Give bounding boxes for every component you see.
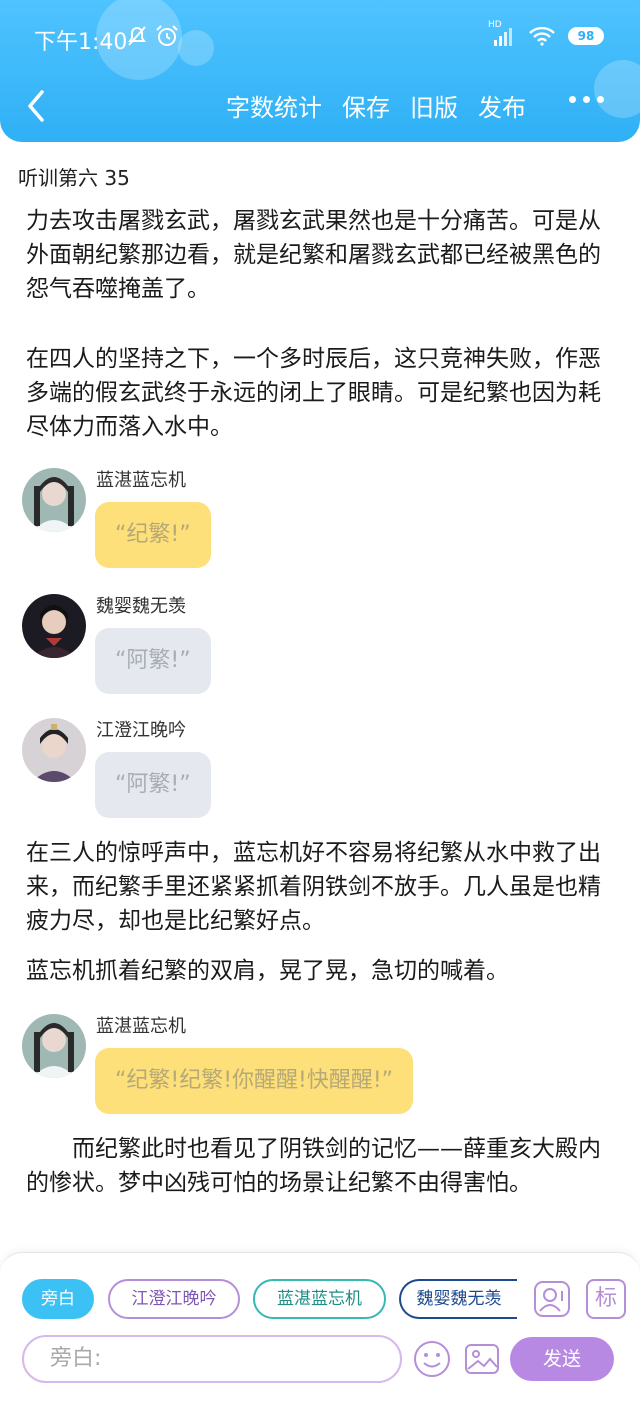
status-time: 下午1:40 — [34, 30, 128, 55]
dialogue-message: 江澄江晚吟 “阿繁!” — [0, 716, 640, 826]
character-avatar[interactable] — [22, 1014, 86, 1078]
character-avatar[interactable] — [22, 594, 86, 658]
status-right-icons: HD 98 — [488, 20, 604, 46]
composer-panel: 旁白 江澄江晚吟 蓝湛蓝忘机 魏婴魏无羡 标 旁白: 发送 — [0, 1252, 640, 1422]
emoji-icon[interactable] — [412, 1339, 452, 1379]
message-bubble: “纪繁!” — [95, 502, 211, 568]
role-chip-wei-ying[interactable]: 魏婴魏无羡 — [399, 1279, 517, 1319]
speaker-name: 江澄江晚吟 — [96, 720, 186, 741]
story-paragraph: 力去攻击屠戮玄武，屠戮玄武果然也是十分痛苦。可是从外面朝纪繁那边看，就是纪繁和屠… — [26, 208, 601, 302]
status-left-icons — [126, 24, 180, 48]
publish-button[interactable]: 发布 — [478, 88, 526, 123]
role-chip-narration[interactable]: 旁白 — [22, 1279, 94, 1319]
role-chip-lan-zhan[interactable]: 蓝湛蓝忘机 — [253, 1279, 386, 1319]
save-button[interactable]: 保存 — [342, 88, 390, 123]
tag-icon[interactable]: 标 — [586, 1279, 626, 1319]
role-chip-jiang-cheng[interactable]: 江澄江晚吟 — [108, 1279, 240, 1319]
speaker-name: 魏婴魏无羡 — [96, 596, 186, 617]
character-manage-icon[interactable] — [532, 1279, 572, 1319]
message-input[interactable]: 旁白: — [22, 1335, 402, 1383]
back-arrow-icon[interactable] — [20, 86, 56, 126]
story-paragraph: 在三人的惊呼声中，蓝忘机好不容易将纪繁从水中救了出来，而纪繁手里还紧紧抓着阴铁剑… — [26, 840, 601, 934]
story-paragraph: 在四人的坚持之下，一个多时辰后，这只竞神失败，作恶多端的假玄武终于永远的闭上了眼… — [26, 346, 601, 440]
speaker-name: 蓝湛蓝忘机 — [96, 1016, 186, 1037]
top-header: 下午1:40 HD 98 字数统计 保存 旧版 发布 — [0, 0, 640, 142]
speaker-name: 蓝湛蓝忘机 — [96, 470, 186, 491]
nav-actions: 字数统计 保存 旧版 发布 — [226, 88, 526, 123]
alarm-icon — [156, 25, 178, 46]
dialogue-message: 蓝湛蓝忘机 “纪繁!纪繁!你醒醒!快醒醒!” — [0, 1012, 640, 1122]
story-paragraph: 蓝忘机抓着纪繁的双肩，晃了晃，急切的喊着。 — [26, 958, 509, 984]
word-count-button[interactable]: 字数统计 — [226, 88, 322, 123]
mute-bell-icon — [128, 26, 146, 46]
message-bubble: “阿繁!” — [95, 752, 211, 818]
message-bubble: “阿繁!” — [95, 628, 211, 694]
message-bubble: “纪繁!纪繁!你醒醒!快醒醒!” — [95, 1048, 414, 1114]
chapter-title: 听训第六 35 — [18, 166, 130, 190]
image-icon[interactable] — [462, 1339, 502, 1379]
status-bar: 下午1:40 HD 98 — [0, 18, 640, 58]
more-options-icon[interactable] — [569, 96, 604, 103]
story-content: 力去攻击屠戮玄武，屠戮玄武果然也是十分痛苦。可是从外面朝纪繁那边看，就是纪繁和屠… — [0, 196, 640, 1248]
send-button[interactable]: 发送 — [510, 1337, 614, 1381]
character-avatar[interactable] — [22, 718, 86, 782]
old-version-button[interactable]: 旧版 — [410, 88, 458, 123]
character-avatar[interactable] — [22, 468, 86, 532]
signal-icon: HD — [488, 20, 516, 46]
story-paragraph: 而纪繁此时也看见了阴铁剑的记忆——薛重亥大殿内的惨状。梦中凶残可怕的场景让纪繁不… — [26, 1136, 601, 1196]
wifi-icon — [529, 26, 555, 46]
nav-bar: 字数统计 保存 旧版 发布 — [0, 76, 640, 136]
dialogue-message: 魏婴魏无羡 “阿繁!” — [0, 592, 640, 702]
battery-indicator: 98 — [568, 27, 604, 45]
dialogue-message: 蓝湛蓝忘机 “纪繁!” — [0, 466, 640, 576]
